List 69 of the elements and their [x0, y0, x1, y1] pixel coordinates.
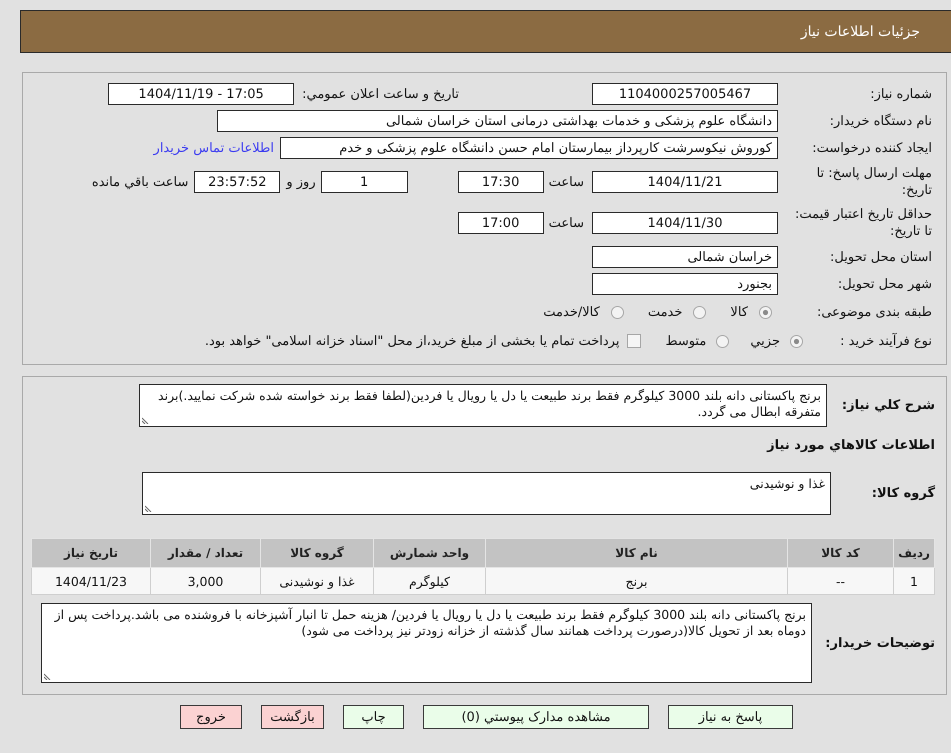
time-field[interactable]: 17:00	[458, 212, 544, 234]
field-label: نام دستگاه خریدار:	[828, 112, 932, 130]
time-field[interactable]: 17:30	[458, 171, 544, 193]
field-label: شماره نیاز:	[869, 86, 932, 102]
table-cell: 1	[894, 568, 934, 594]
radio-label: کالا/خدمت	[543, 304, 600, 320]
column-header: گروه کالا	[260, 538, 374, 568]
need-number-field[interactable]: 1104000257005467	[592, 83, 778, 105]
field-label: شرح كلي نياز:	[840, 398, 935, 413]
announce-datetime-field[interactable]: 1404/11/19 - 17:05	[108, 83, 294, 105]
field-label: مهلت ارسال پاسخ: تا تاریخ:	[816, 165, 932, 199]
field-label: تاریخ و ساعت اعلان عمومي:	[302, 86, 459, 102]
radio-button[interactable]	[716, 334, 730, 348]
page-title: جزئیات اطلاعات نیاز	[800, 24, 920, 40]
field-label: گروه کالا:	[870, 486, 935, 501]
column-header: ردیف	[894, 538, 934, 568]
requester-field[interactable]: کوروش نیکوسرشت کارپرداز بیمارستان امام حسن دانشگاه علوم پزشکی و خدم	[280, 137, 778, 159]
column-header: کد کالا	[788, 538, 894, 568]
province-field[interactable]: خراسان شمالی	[592, 246, 778, 268]
radio-button[interactable]	[790, 334, 803, 348]
days-field[interactable]: 1	[320, 171, 408, 193]
column-header: واحد شمارش	[374, 538, 486, 568]
table-cell: غذا و نوشیدنی	[260, 568, 374, 594]
radio-label: متوسط	[665, 334, 706, 348]
city-field[interactable]: بجنورد	[592, 273, 778, 295]
attachments-button[interactable]: مشاهده مدارک پیوستي (0)	[423, 705, 649, 729]
column-header: تاریخ نیاز	[32, 538, 150, 568]
resize-grip-icon[interactable]	[44, 673, 51, 680]
field-label: ایجاد کننده درخواست:	[811, 140, 932, 156]
field-label: حداقل تاریخ اعتبار قیمت: تا تاریخ:	[794, 206, 932, 240]
table-cell: 1404/11/23	[32, 568, 150, 594]
field-label: روز و	[286, 174, 316, 190]
reply-button[interactable]: پاسخ به نیاز	[668, 705, 793, 729]
field-label: ساعت	[548, 216, 584, 230]
field-label: طبقه بندی موضوعی:	[816, 304, 932, 320]
table-cell: --	[788, 568, 894, 594]
table-cell: برنج	[486, 568, 788, 594]
table-cell: 3,000	[150, 568, 260, 594]
exit-button[interactable]: خروج	[180, 705, 242, 729]
back-button[interactable]: بازگشت	[261, 705, 324, 729]
field-label: ساعت باقي مانده	[92, 174, 188, 190]
buyer-org-field[interactable]: دانشگاه علوم پزشکی و خدمات بهداشتی درمانی استان خراسان شمالی	[217, 110, 778, 132]
goods-group-textarea[interactable]: غذا و نوشیدنی	[142, 472, 831, 515]
radio-label: کالا	[730, 304, 748, 320]
summary-textarea[interactable]: برنج پاکستانی دانه بلند 3000 کیلوگرم فقط برند طبیعت یا دل یا رویال یا فردین(لطفا فقط برند خواسته شده شرکت نمایید.)برند متفرقه ابطال می گردد.	[139, 384, 827, 427]
field-label: استان محل تحویل:	[829, 248, 932, 266]
buyer-notes-textarea[interactable]: برنج پاکستانی دانه بلند 3000 کیلوگرم فقط برند طبیعت یا دل یا رویال یا فردین/ هزینه حمل تا انبار آشپزخانه با فروشنده می باشد.پرداخت پس از دوماه بعد از تحویل کالا(درصورت پرداخت همانند سال گذشته از خزانه زودتر نیز پرداخت می شود)	[41, 603, 812, 683]
print-button[interactable]: چاپ	[343, 705, 404, 729]
radio-label: جزيي	[750, 334, 780, 348]
field-label: ساعت	[548, 174, 584, 190]
field-label: نوع فرآیند خرید :	[839, 332, 932, 350]
date-field[interactable]: 1404/11/30	[592, 212, 778, 234]
radio-button[interactable]	[693, 306, 706, 318]
contact-info-link[interactable]: اطلاعات تماس خریدار	[154, 140, 274, 156]
remaining-time-display: 23:57:52	[194, 171, 280, 193]
radio-button[interactable]	[759, 306, 772, 318]
checkbox[interactable]	[627, 334, 642, 348]
column-header: تعداد / مقدار	[150, 538, 260, 568]
radio-label: خدمت	[648, 304, 682, 320]
field-label: شهر محل تحویل:	[836, 276, 932, 292]
resize-grip-icon[interactable]	[145, 505, 152, 512]
section-heading: اطلاعات كالاهاي مورد نياز	[767, 437, 935, 454]
resize-grip-icon[interactable]	[142, 417, 149, 424]
checkbox-label: پرداخت تمام یا بخشی از مبلغ خرید،از محل "اسناد خزانه اسلامی" خواهد بود.	[204, 334, 620, 348]
radio-button[interactable]	[610, 306, 624, 318]
field-label: توضیحات خریدار:	[824, 636, 935, 650]
column-header: نام کالا	[486, 538, 788, 568]
table-cell: کیلوگرم	[374, 568, 486, 594]
date-field[interactable]: 1404/11/21	[592, 171, 778, 193]
